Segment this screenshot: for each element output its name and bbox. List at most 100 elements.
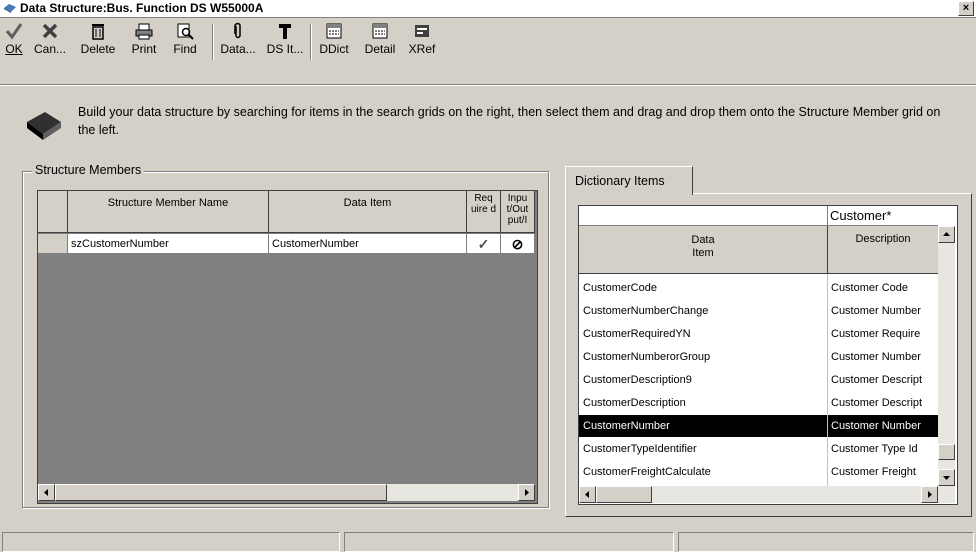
toolbar-separator [212,24,214,60]
scroll-right-button[interactable] [921,486,938,503]
filter-data-item-input[interactable] [579,206,828,226]
toolbar-separator [310,24,312,60]
detail-icon [372,23,388,39]
status-pane-2 [344,532,674,552]
ok-label: OK [5,42,23,56]
dictionary-row-item: CustomerRequiredYN [583,328,691,340]
column-header-dict-data-item[interactable]: Data Item [579,226,828,274]
arrow-right-icon [525,489,529,496]
dictionary-row-item: CustomerCode [583,282,657,294]
dictionary-row[interactable]: CustomerCode Customer Code [579,277,939,299]
column-divider [827,274,828,486]
ok-button[interactable]: OK [4,22,24,64]
find-label: Find [173,42,197,56]
dictionary-row-item: CustomerFreightCalculate [583,466,711,478]
row-selector[interactable] [38,234,68,254]
dictionary-row-item: CustomerNumber [583,420,670,432]
structure-members-label: Structure Members [32,163,145,177]
dictionary-row-description: Customer Descript [831,397,923,409]
book-icon [27,112,61,140]
io-indicator[interactable]: ⊘ [501,234,535,254]
dictionary-grid[interactable]: Data Item Description CustomerCodeCustom… [578,205,958,505]
xref-button[interactable]: XRef [404,22,440,64]
dictionary-row[interactable]: CustomerNumberorGroup Customer Number [579,346,939,368]
dictionary-row[interactable]: CustomerNumber Customer Number [579,415,939,437]
column-header-data-item[interactable]: Data Item [269,191,467,233]
filter-description-input[interactable] [828,206,938,226]
dictionary-row[interactable]: CustomerDescription9 Customer Descript [579,369,939,391]
ddict-label: DDict [319,42,349,56]
find-button[interactable]: Find [170,22,200,64]
dict-scroll-thumb[interactable] [596,486,652,503]
toolbar: OK Can... Delete Print Find Data... DS I… [0,18,976,85]
arrow-left-icon [585,491,589,498]
print-label: Print [131,42,157,56]
data-item-cell[interactable]: CustomerNumber [269,234,467,254]
arrow-down-icon [943,476,950,480]
structure-members-grid[interactable]: Structure Member Name Data Item Req uire… [37,190,538,504]
ds-item-icon [279,24,291,39]
column-header-dict-data-item-label: Data Item [691,234,715,259]
dictionary-row-item: CustomerDescription [583,397,686,409]
column-header-member-name[interactable]: Structure Member Name [68,191,269,233]
dictionary-row-description: Customer Descript [831,374,923,386]
dictionary-row-item: CustomerTypeIdentifier [583,443,697,455]
close-button[interactable]: × [958,1,974,16]
dictionary-row-description: Customer Number [831,305,921,317]
delete-label: Delete [80,42,116,56]
dictionary-row[interactable]: CustomerFreightCalculate Customer Freight [579,461,939,483]
required-checkmark[interactable]: ✓ [467,234,501,254]
dictionary-row-description: Customer Code [831,282,909,294]
scroll-left-button[interactable] [38,484,55,501]
trash-icon [92,24,104,40]
dictionary-row-description: Customer Type Id [831,443,918,455]
horizontal-scrollbar[interactable] [38,484,535,501]
dictionary-row[interactable]: CustomerTypeIdentifier Customer Type Id [579,438,939,460]
detail-label: Detail [364,42,396,56]
title-bar: Data Structure:Bus. Function DS W55000A … [0,0,976,18]
vertical-scrollbar[interactable] [938,226,955,486]
print-button[interactable]: Print [128,22,160,64]
ds-item-button[interactable]: DS It... [264,22,306,64]
tab-dictionary-items-label: Dictionary Items [575,174,665,188]
scroll-thumb[interactable] [55,484,387,501]
instructions-text: Build your data structure by searching f… [78,105,941,137]
detail-button[interactable]: Detail [360,22,400,64]
find-icon [177,23,194,40]
dictionary-row-description: Customer Require [831,328,921,340]
dict-horizontal-scrollbar[interactable] [579,486,955,503]
data-label: Data... [220,42,256,56]
dictionary-row[interactable]: CustomerRequiredYN Customer Require [579,323,939,345]
arrow-left-icon [44,489,48,496]
dictionary-icon [326,23,342,39]
dictionary-row-item: CustomerNumberorGroup [583,351,711,363]
app-icon [4,4,16,13]
member-name-cell[interactable]: szCustomerNumber [68,234,269,254]
cancel-button[interactable]: Can... [32,22,68,64]
arrow-right-icon [928,491,932,498]
vertical-scroll-thumb[interactable] [938,444,955,460]
scroll-up-button[interactable] [938,226,955,243]
dictionary-row[interactable]: CustomerDescription Customer Descript [579,392,939,414]
dictionary-row[interactable]: CustomerNumberChange Customer Number [579,300,939,322]
scroll-right-button[interactable] [518,484,535,501]
dictionary-row-item: CustomerDescription9 [583,374,692,386]
status-bar [0,530,976,552]
column-header-dict-description[interactable]: Description [828,226,938,274]
checkmark-icon [5,23,23,40]
ddict-button[interactable]: DDict [316,22,352,64]
scroll-down-button[interactable] [938,469,955,486]
cancel-label: Can... [33,42,66,56]
data-button[interactable]: Data... [218,22,258,64]
column-header-required[interactable]: Req uire d [467,191,501,233]
column-header-io[interactable]: Inpu t/Out put/I [501,191,535,233]
delete-button[interactable]: Delete [77,22,119,64]
xref-icon [415,25,429,37]
scroll-left-button[interactable] [579,486,596,503]
status-pane-1 [2,532,340,552]
tab-dictionary-items[interactable]: Dictionary Items [565,166,693,195]
ds-item-label: DS It... [266,42,304,56]
status-pane-3 [678,532,974,552]
row-selector-header [38,191,68,233]
x-icon [42,23,58,39]
